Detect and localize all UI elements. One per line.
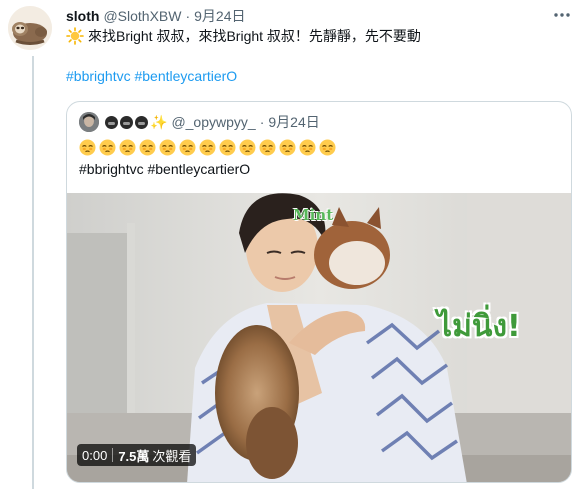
quote-name-emojis[interactable]: ✨ (105, 114, 167, 131)
pleading-face-emoji-icon (299, 139, 316, 156)
tweet-text: 來找Bright 叔叔，來找Bright 叔叔！先靜靜，先不要動 (66, 26, 421, 46)
tweet-text-content: 來找Bright 叔叔，來找Bright 叔叔！先靜靜，先不要動 (88, 28, 421, 44)
quote-date[interactable]: 9月24日 (268, 112, 319, 132)
pleading-face-emoji-icon (159, 139, 176, 156)
sun-emoji-icon (66, 27, 84, 45)
pleading-face-emoji-icon (259, 139, 276, 156)
user-handle[interactable]: @SlothXBW (103, 8, 181, 24)
pleading-face-emoji-icon (79, 139, 96, 156)
thread-line (32, 56, 34, 489)
badge-divider (112, 448, 114, 462)
sparkles-emoji: ✨ (150, 113, 168, 130)
face-emoji-icon (105, 115, 118, 129)
video-overlay-mint: Mint (293, 206, 334, 224)
separator-dot: · (185, 8, 191, 24)
tweet[interactable]: sloth @SlothXBW · 9月24日 來找Bright 叔叔，來找Br… (0, 0, 582, 489)
quoted-tweet[interactable]: ✨ @_opywpyy_ · 9月24日 #bbrightvc #bentley… (66, 101, 572, 483)
video-overlay-caption: ไม่นิ่ง! (437, 309, 521, 344)
pleading-face-emoji-icon (139, 139, 156, 156)
pleading-face-emoji-row (79, 139, 339, 157)
hashtag-link[interactable]: #bbrightvc (66, 68, 131, 84)
face-emoji-icon (120, 115, 133, 129)
display-name[interactable]: sloth (66, 8, 99, 24)
video-views: 7.5萬 (118, 448, 150, 464)
face-emoji-icon (135, 115, 148, 129)
quote-header: ✨ @_opywpyy_ · 9月24日 (79, 112, 320, 132)
hashtag-link[interactable]: #bentleycartierO (134, 68, 237, 84)
sloth-avatar[interactable] (8, 6, 52, 50)
pleading-face-emoji-icon (279, 139, 296, 156)
pleading-face-emoji-icon (99, 139, 116, 156)
more-icon[interactable] (552, 6, 572, 24)
pleading-face-emoji-icon (219, 139, 236, 156)
video-info-badge: 0:00 7.5萬 次觀看 (77, 444, 197, 466)
quote-handle[interactable]: @_opywpyy_ (171, 114, 255, 130)
quote-hashtags: #bbrightvc #bentleycartierO (79, 161, 251, 177)
video-player[interactable]: Mint ไม่นิ่ง! 0:00 7.5萬 次觀看 (67, 193, 571, 482)
pleading-face-emoji-icon (239, 139, 256, 156)
tweet-date[interactable]: 9月24日 (194, 6, 245, 26)
pleading-face-emoji-icon (179, 139, 196, 156)
tweet-header: sloth @SlothXBW · 9月24日 (66, 7, 246, 25)
separator-dot: · (259, 114, 265, 130)
pleading-face-emoji-icon (119, 139, 136, 156)
video-views-label: 次觀看 (152, 448, 192, 464)
video-time: 0:00 (82, 447, 108, 463)
pleading-face-emoji-icon (319, 139, 336, 156)
tweet-hashtags: #bbrightvc #bentleycartierO (66, 66, 237, 86)
pleading-face-emoji-icon (199, 139, 216, 156)
quote-avatar[interactable] (79, 112, 99, 132)
